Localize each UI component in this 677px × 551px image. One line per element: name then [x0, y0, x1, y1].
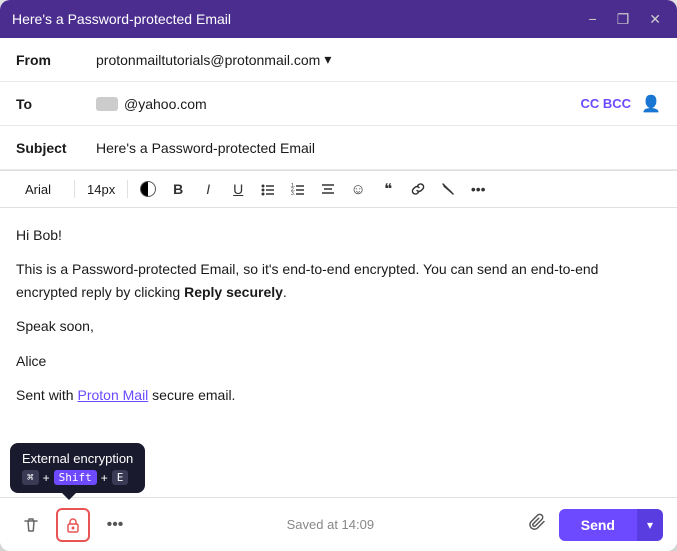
send-button[interactable]: Send: [559, 509, 637, 541]
formatting-toolbar: Arial 14px B I U 1. 2. 3.: [0, 171, 677, 208]
minimize-button[interactable]: −: [585, 10, 601, 28]
compose-fields: From protonmailtutorials@protonmail.com …: [0, 38, 677, 171]
attachment-icon: [529, 513, 547, 531]
kbd-cmd: ⌘: [22, 470, 39, 485]
close-button[interactable]: ✕: [645, 10, 665, 28]
subject-row: Subject Here's a Password-protected Emai…: [0, 126, 677, 170]
link-icon: [411, 182, 425, 196]
more-options-button[interactable]: •••: [464, 175, 492, 203]
to-row: To @yahoo.com CC BCC 👤: [0, 82, 677, 126]
clear-formatting-button[interactable]: [434, 175, 462, 203]
from-label: From: [16, 52, 96, 68]
tooltip-title: External encryption: [22, 451, 133, 466]
bold-button[interactable]: B: [164, 175, 192, 203]
toolbar-separator-1: [74, 180, 75, 198]
contrast-icon: [140, 181, 156, 197]
align-button[interactable]: [314, 175, 342, 203]
tooltip-shortcut: ⌘ + Shift + E: [22, 470, 133, 485]
ordered-list-icon: 1. 2. 3.: [291, 182, 305, 196]
window-controls: − ❐ ✕: [585, 10, 665, 28]
lock-icon: [64, 516, 82, 534]
align-icon: [321, 182, 335, 196]
encryption-button[interactable]: [56, 508, 90, 542]
window-title: Here's a Password-protected Email: [12, 11, 231, 27]
to-avatar: [96, 97, 118, 111]
sign-off-text: Speak soon,: [16, 315, 661, 337]
more-actions-button[interactable]: •••: [98, 508, 132, 542]
from-row: From protonmailtutorials@protonmail.com …: [0, 38, 677, 82]
ordered-list-button[interactable]: 1. 2. 3.: [284, 175, 312, 203]
delete-button[interactable]: [14, 508, 48, 542]
saved-status: Saved at 14:09: [132, 517, 529, 532]
quote-button[interactable]: ❝: [374, 175, 402, 203]
kbd-shift: Shift: [54, 470, 97, 485]
svg-text:3.: 3.: [291, 191, 295, 196]
underline-button[interactable]: U: [224, 175, 252, 203]
kbd-e: E: [112, 470, 129, 485]
sender-name: Alice: [16, 350, 661, 372]
proton-mail-link[interactable]: Proton Mail: [77, 387, 148, 403]
greeting-text: Hi Bob!: [16, 224, 661, 246]
external-encryption-tooltip: External encryption ⌘ + Shift + E: [10, 443, 145, 493]
bullet-list-icon: [261, 182, 275, 196]
from-email: protonmailtutorials@protonmail.com: [96, 52, 320, 68]
add-contact-icon[interactable]: 👤: [641, 94, 661, 114]
footer-text: Sent with Proton Mail secure email.: [16, 384, 661, 406]
subject-text: Here's a Password-protected Email: [96, 140, 315, 156]
restore-button[interactable]: ❐: [613, 10, 634, 28]
reply-securely-link: Reply securely: [184, 284, 283, 300]
to-value[interactable]: @yahoo.com CC BCC 👤: [96, 94, 661, 114]
contrast-button[interactable]: [134, 175, 162, 203]
clear-icon: [441, 182, 455, 196]
send-button-group: Send ▾: [559, 509, 663, 541]
font-size-button[interactable]: 14px: [81, 179, 121, 200]
compose-window: Here's a Password-protected Email − ❐ ✕ …: [0, 0, 677, 551]
font-family-button[interactable]: Arial: [8, 179, 68, 200]
from-dropdown[interactable]: protonmailtutorials@protonmail.com ▾: [96, 51, 331, 68]
italic-button[interactable]: I: [194, 175, 222, 203]
body-paragraph-1: This is a Password-protected Email, so i…: [16, 258, 661, 303]
from-dropdown-arrow: ▾: [324, 51, 331, 68]
to-label: To: [16, 96, 96, 112]
title-bar: Here's a Password-protected Email − ❐ ✕: [0, 0, 677, 38]
to-right: CC BCC 👤: [581, 94, 661, 114]
subject-value[interactable]: Here's a Password-protected Email: [96, 140, 661, 156]
subject-label: Subject: [16, 140, 96, 156]
trash-icon: [22, 516, 40, 534]
bullet-list-button[interactable]: [254, 175, 282, 203]
attachment-button[interactable]: [529, 513, 547, 536]
send-dropdown-button[interactable]: ▾: [637, 509, 663, 541]
bottom-bar: External encryption ⌘ + Shift + E: [0, 497, 677, 551]
emoji-button[interactable]: ☺: [344, 175, 372, 203]
bottom-left-actions: •••: [14, 508, 132, 542]
cc-bcc-button[interactable]: CC BCC: [581, 96, 632, 111]
from-value: protonmailtutorials@protonmail.com ▾: [96, 51, 661, 68]
to-email: @yahoo.com: [124, 96, 207, 112]
link-button[interactable]: [404, 175, 432, 203]
toolbar-separator-2: [127, 180, 128, 198]
